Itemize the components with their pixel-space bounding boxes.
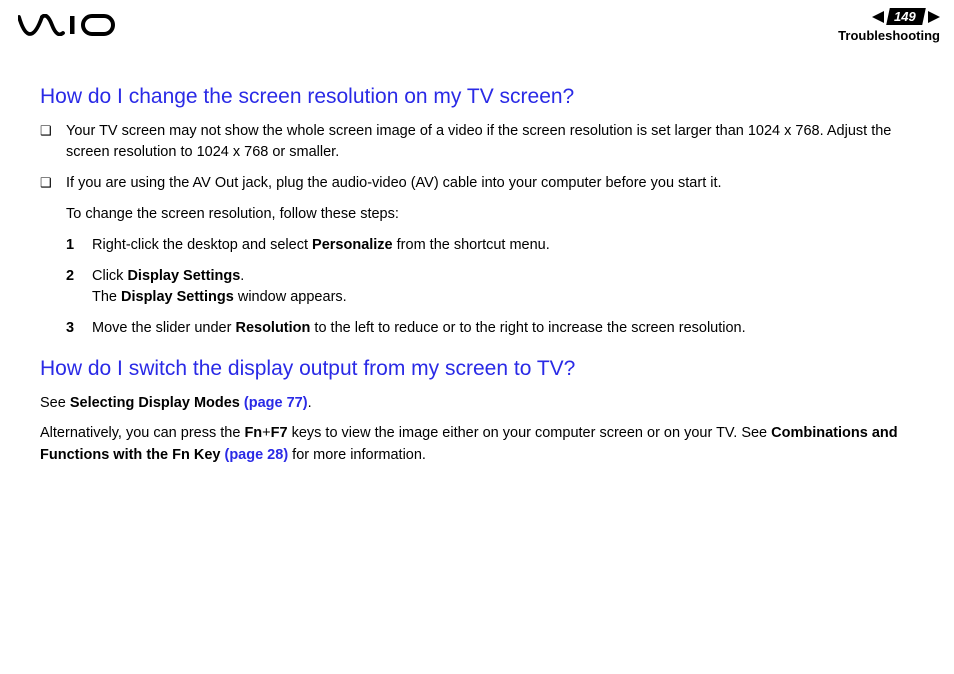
step-item: 3 Move the slider under Resolution to th… xyxy=(66,318,920,339)
page-header: 149 Troubleshooting xyxy=(0,0,954,47)
bullet-text: If you are using the AV Out jack, plug t… xyxy=(66,173,920,194)
step-item: 1 Right-click the desktop and select Per… xyxy=(66,235,920,256)
bullet-text: Your TV screen may not show the whole sc… xyxy=(66,121,920,163)
question-1-title: How do I change the screen resolution on… xyxy=(40,85,920,109)
page-content: How do I change the screen resolution on… xyxy=(0,47,954,466)
step-number: 2 xyxy=(66,266,78,308)
step-number: 3 xyxy=(66,318,78,339)
vaio-logo xyxy=(18,14,118,36)
step-text: Move the slider under Resolution to the … xyxy=(92,318,920,339)
bullet-item: ❑ If you are using the AV Out jack, plug… xyxy=(40,173,920,194)
bullet-icon: ❑ xyxy=(40,173,54,194)
steps-intro: To change the screen resolution, follow … xyxy=(66,204,920,225)
step-number: 1 xyxy=(66,235,78,256)
next-page-arrow-icon[interactable] xyxy=(926,10,942,24)
section-title: Troubleshooting xyxy=(838,28,940,43)
bullet-item: ❑ Your TV screen may not show the whole … xyxy=(40,121,920,163)
paragraph: See Selecting Display Modes (page 77). xyxy=(40,393,920,415)
page-indicator: 149 Troubleshooting xyxy=(838,8,942,43)
step-item: 2 Click Display Settings.The Display Set… xyxy=(66,266,920,308)
paragraph: Alternatively, you can press the Fn+F7 k… xyxy=(40,423,920,467)
page-link[interactable]: (page 77) xyxy=(244,395,308,411)
question-2-title: How do I switch the display output from … xyxy=(40,357,920,381)
prev-page-arrow-icon[interactable] xyxy=(870,10,886,24)
page-link[interactable]: (page 28) xyxy=(224,447,288,463)
step-text: Click Display Settings.The Display Setti… xyxy=(92,266,920,308)
step-text: Right-click the desktop and select Perso… xyxy=(92,235,920,256)
page-number-badge: 149 xyxy=(886,8,925,25)
bullet-icon: ❑ xyxy=(40,121,54,163)
